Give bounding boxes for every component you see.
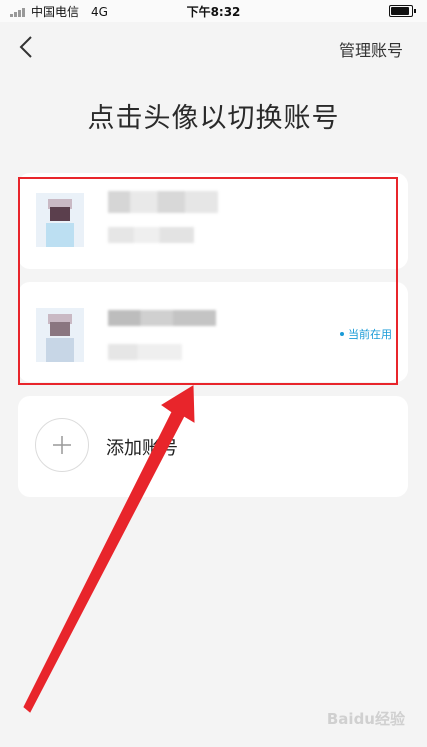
- add-account-label: 添加账号: [106, 438, 178, 459]
- status-bar: 中国电信 4G 下午8:32: [0, 0, 427, 22]
- account-id-redacted: [108, 227, 194, 243]
- account-card[interactable]: 当前在用: [18, 282, 408, 382]
- page-title: 点击头像以切换账号: [87, 103, 340, 134]
- account-card[interactable]: [18, 173, 408, 269]
- account-id-redacted: [108, 344, 182, 360]
- back-button[interactable]: [14, 32, 44, 62]
- chevron-left-icon: [19, 36, 32, 58]
- current-account-badge: 当前在用: [340, 326, 392, 342]
- battery-icon: [389, 5, 416, 17]
- avatar[interactable]: [36, 308, 84, 362]
- watermark: Baidu经验: [326, 710, 405, 728]
- manage-accounts-link[interactable]: 管理账号: [339, 37, 403, 61]
- account-name-redacted: [108, 310, 216, 326]
- status-time: 下午8:32: [186, 5, 241, 19]
- account-name-redacted: [108, 191, 218, 213]
- plus-icon: [35, 418, 89, 472]
- avatar[interactable]: [36, 193, 84, 247]
- add-account-button[interactable]: 添加账号: [18, 396, 408, 497]
- current-account-label: 当前在用: [348, 328, 392, 341]
- dot-icon: [340, 332, 344, 336]
